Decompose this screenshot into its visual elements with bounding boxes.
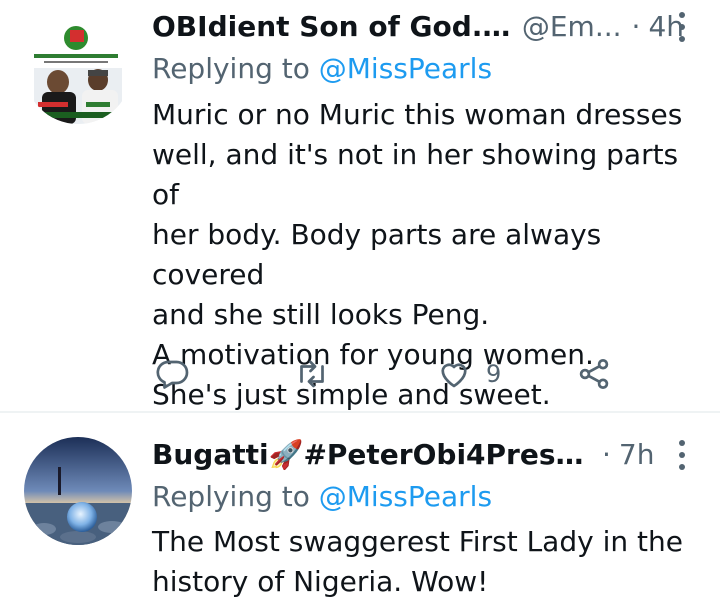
share-button[interactable] [576,354,612,394]
like-count: 9 [486,360,502,388]
avatar[interactable] [24,16,132,124]
heart-icon [441,363,467,388]
retweet-button[interactable] [294,354,330,394]
tweet-text: The Most swaggerest First Lady in the hi… [152,525,683,598]
tweet-actions: 9 [152,354,632,394]
mention-link[interactable]: @MissPearls [319,480,492,513]
campaign-poster-avatar [24,16,132,124]
crystal-ball-avatar [24,437,132,545]
retweet-icon [300,360,324,388]
display-name[interactable]: OBIdient Son of God.... [152,10,514,43]
display-name[interactable]: Bugatti🚀#PeterObi4Preside... [152,438,592,471]
replying-to-label: Replying to [152,480,310,513]
separator-dot: · [631,10,641,43]
reply-button[interactable] [154,354,190,394]
tweet-header: Bugatti🚀#PeterObi4Preside... · 7h [152,438,684,471]
replying-to: Replying to @MissPearls [152,52,492,85]
user-handle[interactable]: @Em... [522,10,622,43]
separator-dot: · [602,438,611,471]
mention-link[interactable]: @MissPearls [319,52,492,85]
replying-to: Replying to @MissPearls [152,480,492,513]
more-options-icon[interactable] [678,440,686,470]
timestamp[interactable]: 7h [619,438,655,471]
reply-icon [156,360,189,389]
replying-to-label: Replying to [152,52,310,85]
more-options-icon[interactable] [678,12,686,42]
tweet[interactable]: OBIdient Son of God.... @Em... · 4h Repl… [0,0,720,412]
avatar[interactable] [24,437,132,545]
like-button[interactable]: 9 [436,354,501,394]
share-icon [579,359,609,389]
